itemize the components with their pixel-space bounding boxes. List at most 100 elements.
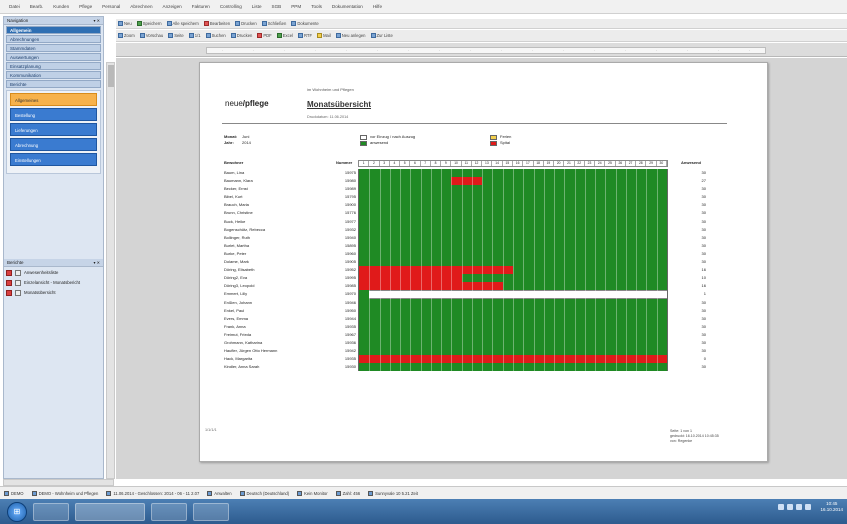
report-toolbar-button-5[interactable]: Drucken: [230, 33, 252, 38]
nav-item-3[interactable]: Auswertungen: [6, 53, 101, 61]
toolbar-button-3[interactable]: Bearbeiten: [203, 21, 230, 26]
status-item[interactable]: Kein Monitor: [297, 490, 328, 496]
status-icon: [239, 490, 245, 496]
menu-item-14[interactable]: Hilfe: [368, 4, 387, 9]
toolbar-button-4[interactable]: Drucken: [235, 21, 257, 26]
table-row[interactable]: Evers, Emma 15944 30: [224, 314, 724, 323]
nav-item-2[interactable]: Stammdaten: [6, 44, 101, 52]
menu-item-13[interactable]: Dokumentation: [327, 4, 368, 9]
table-row[interactable]: Becker, Ernst 15989 30: [224, 185, 724, 194]
toolbar-button-0[interactable]: Neu: [118, 21, 132, 26]
table-row[interactable]: Döring2, Eva 15995 10: [224, 274, 724, 283]
table-row[interactable]: Bogenschütz, Rebecca 15932 30: [224, 225, 724, 234]
table-row[interactable]: Baum, Lina 15975 30: [224, 169, 724, 178]
taskbar-app-explorer[interactable]: [33, 502, 69, 521]
horizontal-scrollbar[interactable]: [3, 479, 114, 486]
taskbar-app-active[interactable]: [75, 502, 145, 521]
table-row[interactable]: Freimut, Frieda 15967 30: [224, 330, 724, 339]
table-row[interactable]: Buck, Heike 15977 30: [224, 217, 724, 226]
taskbar-app-mail[interactable]: [193, 502, 229, 521]
table-row[interactable]: Döring3, Leopold 15985 16: [224, 282, 724, 291]
nav-item-6[interactable]: Berichte: [6, 80, 101, 88]
table-row[interactable]: Bibel, Kurt 15795 30: [224, 193, 724, 202]
toolbar-button-5[interactable]: Schließen: [261, 21, 286, 26]
menu-item-3[interactable]: Pflege: [74, 4, 97, 9]
report-list-item[interactable]: Anwesenheitsliste: [6, 268, 101, 277]
menu-item-0[interactable]: Datei: [4, 4, 25, 9]
sub-nav-item-2[interactable]: Lieferungen: [10, 123, 97, 136]
menu-item-11[interactable]: PPM: [286, 4, 306, 9]
table-row[interactable]: Haufler, Jürgen Otto Hermann 15942 30: [224, 347, 724, 356]
report-list-item[interactable]: Einzelansicht - Monatsbericht: [6, 278, 101, 287]
table-row[interactable]: Burlet, Martha 15895 30: [224, 241, 724, 250]
table-row[interactable]: Enßlen, Johann 15946 30: [224, 298, 724, 307]
table-row[interactable]: Hack, Margarita 15935 0: [224, 355, 724, 364]
status-item[interactable]: Deutsch (Deutschland): [239, 490, 289, 496]
legend-label: Spital: [500, 140, 511, 145]
start-button[interactable]: ⊞: [7, 501, 27, 522]
table-row[interactable]: Baumann, Klara 15980 27: [224, 177, 724, 186]
toolbar-button-6[interactable]: Dokumente: [291, 21, 319, 26]
menu-item-1[interactable]: Bearb.: [25, 4, 49, 9]
day-gridline: [595, 347, 597, 356]
sub-nav-item-4[interactable]: Einstellungen: [10, 153, 97, 166]
network-icon[interactable]: [778, 504, 785, 510]
report-toolbar-button-1[interactable]: Vorschau: [139, 33, 163, 38]
report-toolbar-button-2[interactable]: Seite: [168, 33, 184, 38]
menu-item-5[interactable]: Abrechnen: [125, 4, 157, 9]
report-toolbar-button-7[interactable]: Excel: [276, 33, 293, 38]
menu-item-2[interactable]: Kunden: [48, 4, 74, 9]
report-toolbar-button-6[interactable]: PDF: [257, 33, 272, 38]
report-toolbar-button-10[interactable]: Neu anlegen: [335, 33, 366, 38]
table-row[interactable]: Emmert, Lilly 15970 1: [224, 290, 724, 299]
vertical-scrollbar[interactable]: [106, 62, 115, 479]
menu-item-4[interactable]: Personal: [97, 4, 125, 9]
menu-item-7[interactable]: Fakturen: [187, 4, 215, 9]
table-row[interactable]: Grohmann, Katharina 15936 30: [224, 338, 724, 348]
status-item[interactable]: Zahl: 456: [335, 490, 360, 496]
sub-nav-item-0[interactable]: Allgemeines: [10, 93, 97, 106]
report-toolbar-button-0[interactable]: Zoom: [118, 33, 135, 38]
table-row[interactable]: Burke, Peter 15960 30: [224, 249, 724, 259]
sub-nav-item-1[interactable]: Bestellung: [10, 108, 97, 121]
nav-item-0[interactable]: Allgemein: [6, 26, 101, 34]
menu-item-10[interactable]: SGB: [267, 4, 287, 9]
table-row[interactable]: Frank, Anna 15935 30: [224, 322, 724, 331]
scrollbar-thumb[interactable]: [108, 65, 114, 87]
table-row[interactable]: Döring, Elisabeth 15952 16: [224, 266, 724, 275]
sub-nav-item-3[interactable]: Abrechnung: [10, 138, 97, 151]
table-row[interactable]: Kindler, Anna Sarah 15930 30: [224, 363, 724, 372]
taskbar-app-browser[interactable]: [151, 502, 187, 521]
day-gridline: [646, 338, 648, 348]
report-toolbar-button-3[interactable]: 1/1: [188, 33, 201, 38]
clock[interactable]: 10:45 16.10.2014: [820, 501, 843, 513]
toolbar-button-2[interactable]: Alle speichern: [166, 21, 199, 26]
day-gridline: [441, 290, 443, 299]
toolbar-button-1[interactable]: Speichern: [136, 21, 162, 26]
status-item[interactable]: Anwalten: [207, 490, 232, 496]
report-toolbar-button-4[interactable]: Suchen: [205, 33, 226, 38]
flag-icon[interactable]: [805, 504, 812, 510]
nav-item-4[interactable]: Einsatzplanung: [6, 62, 101, 70]
table-row[interactable]: Brunn, Christine 15776 30: [224, 209, 724, 218]
nav-item-1[interactable]: Abrechnungen: [6, 35, 101, 43]
status-item[interactable]: Sunnyvale 10 5.21 Zeit: [368, 490, 418, 496]
report-list-item[interactable]: Monatsübersicht: [6, 288, 101, 297]
table-row[interactable]: Dolame, Mark 15905 30: [224, 258, 724, 267]
table-row[interactable]: Brauch, Maria 15900 30: [224, 201, 724, 210]
menu-item-6[interactable]: Anzeigen: [158, 4, 187, 9]
panel-controls[interactable]: ▾ ✕: [94, 18, 100, 23]
battery-icon[interactable]: [796, 504, 803, 510]
nav-item-5[interactable]: Kommunikation: [6, 71, 101, 79]
menu-item-8[interactable]: Controlling: [215, 4, 247, 9]
table-row[interactable]: Bollinger, Ruth 15940 30: [224, 233, 724, 242]
day-gridline: [441, 249, 443, 259]
volume-icon[interactable]: [787, 504, 794, 510]
reports-panel-controls[interactable]: ▾ ✕: [94, 260, 100, 265]
report-toolbar-button-11[interactable]: Zur Liste: [370, 33, 393, 38]
table-row[interactable]: Enkel, Paul 15950 30: [224, 306, 724, 315]
report-toolbar-button-8[interactable]: RTF: [297, 33, 312, 38]
menu-item-12[interactable]: Tools: [306, 4, 327, 9]
report-toolbar-button-9[interactable]: Mail: [317, 33, 331, 38]
menu-item-9[interactable]: Liste: [247, 4, 267, 9]
